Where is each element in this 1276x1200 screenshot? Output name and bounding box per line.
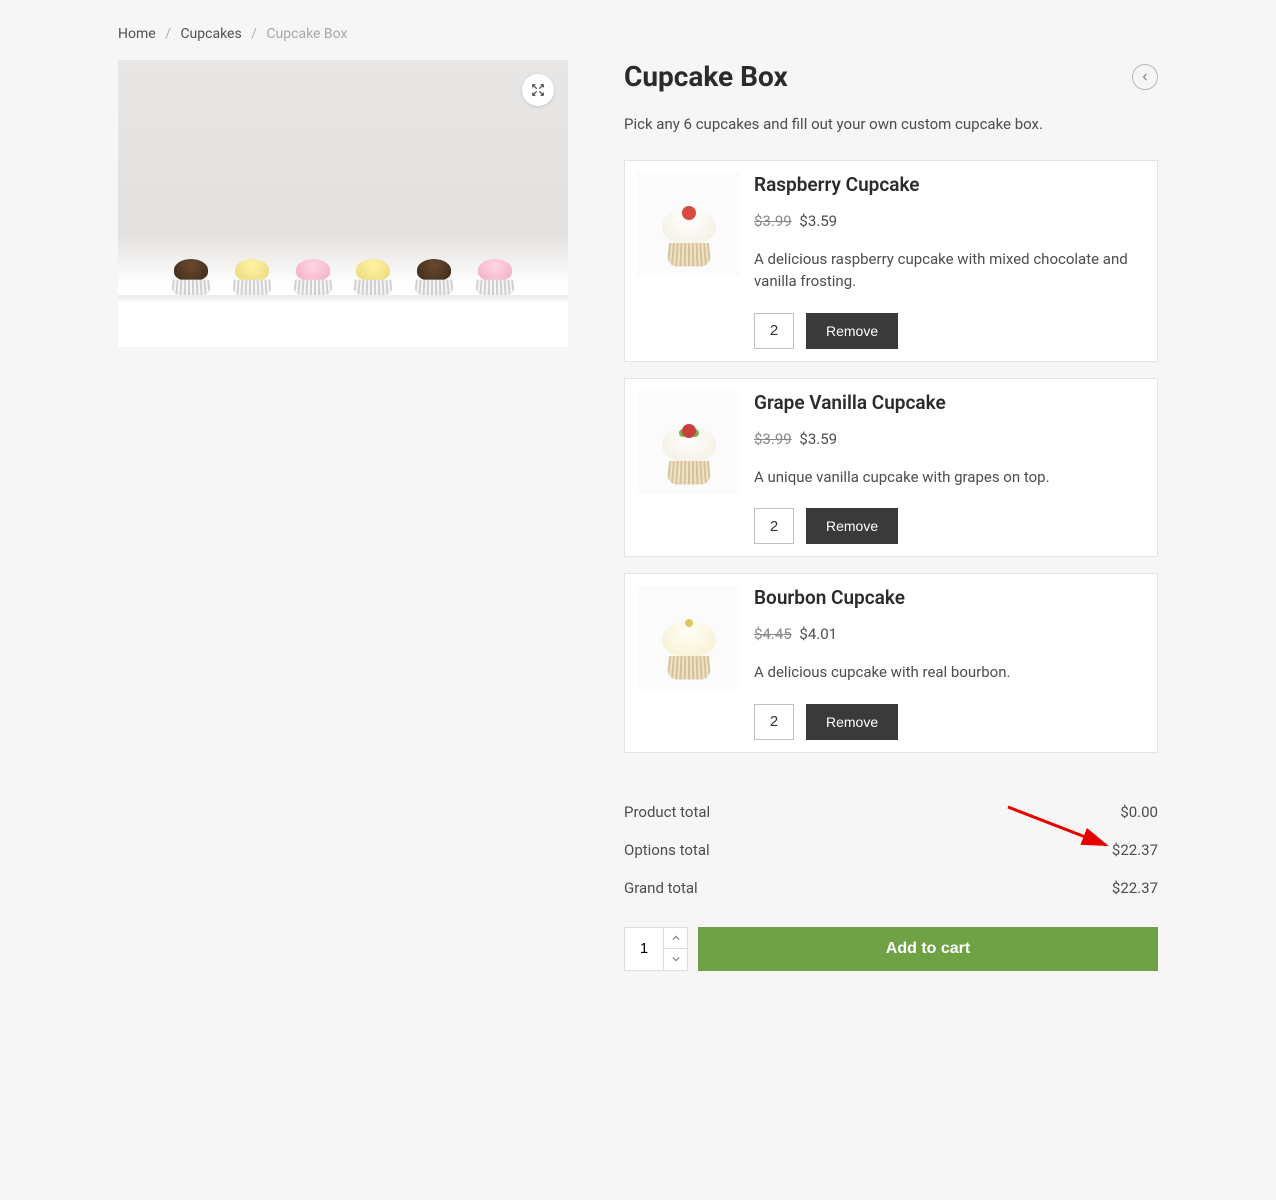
cart-quantity-input[interactable] <box>624 927 664 971</box>
option-price-old: $3.99 <box>754 430 792 448</box>
option-quantity-input[interactable] <box>754 313 794 349</box>
breadcrumb-separator: / <box>159 26 177 42</box>
option-name: Grape Vanilla Cupcake <box>754 391 1145 414</box>
grand-total-value: $22.37 <box>1112 879 1158 897</box>
option-description: A delicious raspberry cupcake with mixed… <box>754 248 1145 293</box>
option-description: A unique vanilla cupcake with grapes on … <box>754 466 1145 489</box>
option-quantity-input[interactable] <box>754 508 794 544</box>
options-total-label: Options total <box>624 841 710 859</box>
breadcrumb-home[interactable]: Home <box>118 26 156 42</box>
option-description: A delicious cupcake with real bourbon. <box>754 661 1145 684</box>
breadcrumb: Home / Cupcakes / Cupcake Box <box>118 20 1158 60</box>
option-thumbnail[interactable] <box>637 391 740 494</box>
zoom-icon[interactable] <box>522 74 554 106</box>
remove-button[interactable]: Remove <box>806 704 898 740</box>
product-image[interactable] <box>118 60 568 347</box>
option-name: Raspberry Cupcake <box>754 173 1145 196</box>
option-price-old: $4.45 <box>754 625 792 643</box>
grand-total-label: Grand total <box>624 879 698 897</box>
option-price-old: $3.99 <box>754 212 792 230</box>
remove-button[interactable]: Remove <box>806 313 898 349</box>
option-price-new: $4.01 <box>799 625 837 643</box>
product-title: Cupcake Box <box>624 60 788 93</box>
option-card: Raspberry Cupcake $3.99 $3.59 A deliciou… <box>624 160 1158 362</box>
quantity-decrease-button[interactable] <box>664 949 687 970</box>
breadcrumb-current: Cupcake Box <box>266 26 347 42</box>
option-price-new: $3.59 <box>799 212 837 230</box>
quantity-increase-button[interactable] <box>664 928 687 950</box>
option-thumbnail[interactable] <box>637 586 740 689</box>
product-gallery <box>118 60 568 971</box>
breadcrumb-separator: / <box>245 26 263 42</box>
option-card: Bourbon Cupcake $4.45 $4.01 A delicious … <box>624 573 1158 753</box>
previous-product-button[interactable] <box>1132 64 1158 90</box>
option-quantity-input[interactable] <box>754 704 794 740</box>
remove-button[interactable]: Remove <box>806 508 898 544</box>
product-description: Pick any 6 cupcakes and fill out your ow… <box>624 113 1158 136</box>
option-price-new: $3.59 <box>799 430 837 448</box>
option-card: Grape Vanilla Cupcake $3.99 $3.59 A uniq… <box>624 378 1158 558</box>
product-total-value: $0.00 <box>1120 803 1158 821</box>
product-total-label: Product total <box>624 803 710 821</box>
options-total-value: $22.37 <box>1112 841 1158 859</box>
option-thumbnail[interactable] <box>637 173 740 276</box>
breadcrumb-category[interactable]: Cupcakes <box>180 26 241 42</box>
add-to-cart-button[interactable]: Add to cart <box>698 927 1158 971</box>
option-name: Bourbon Cupcake <box>754 586 1145 609</box>
totals: Product total $0.00 Options total $22.37… <box>624 793 1158 907</box>
